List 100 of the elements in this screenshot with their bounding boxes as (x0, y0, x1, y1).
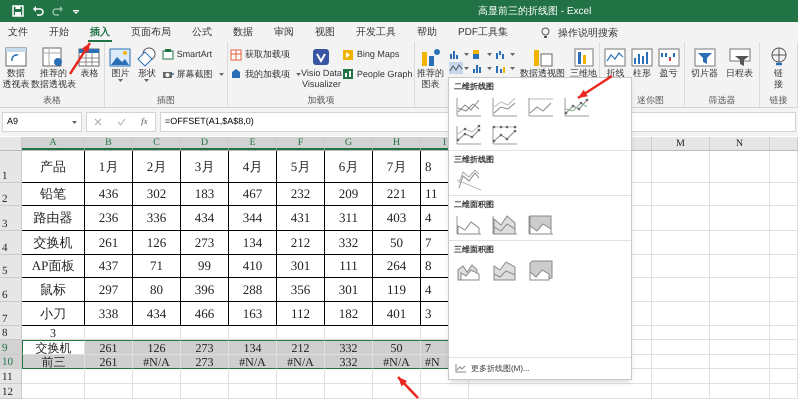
insert-function-button[interactable]: fx (141, 115, 148, 129)
ribbon-button[interactable]: 日程表 (726, 46, 753, 79)
search-field-label[interactable]: 操作说明搜索 (558, 26, 618, 40)
ribbon-tab[interactable]: 开始 (47, 24, 71, 42)
ribbon-button[interactable]: SmartArt (162, 48, 224, 62)
column-header[interactable]: B (85, 137, 133, 150)
column-header[interactable]: H (373, 137, 421, 150)
ribbon-tab[interactable]: 帮助 (415, 24, 439, 42)
row-header[interactable]: 6 (0, 278, 22, 302)
ribbon-tab[interactable]: PDF工具集 (456, 24, 510, 42)
ribbon-button[interactable]: Bing Maps (342, 48, 412, 62)
ribbon-button[interactable]: 折线 (603, 46, 628, 79)
ribbon-button[interactable]: 推荐的 图表 (417, 46, 444, 90)
ribbon-button[interactable]: 切片器 (691, 46, 718, 79)
bar-chart-icon[interactable] (472, 62, 492, 74)
column-header[interactable]: C (133, 137, 181, 150)
row-header[interactable]: 11 (0, 369, 22, 384)
column-header[interactable]: G (325, 137, 373, 150)
chart-type-thumbnail[interactable] (455, 95, 483, 119)
ribbon-button[interactable]: 我的加载项 (230, 68, 301, 81)
ribbon-button[interactable]: Visio Data Visualizer (301, 46, 342, 90)
ribbon-button[interactable]: 推荐的 数据透视表 (30, 46, 76, 90)
table-cell: 5月 (277, 151, 325, 183)
ribbon-tab[interactable]: 页面布局 (129, 24, 173, 42)
undo-icon (32, 5, 44, 17)
waterfall-chart-icon[interactable] (495, 48, 515, 60)
table-cell: 436 (85, 183, 133, 206)
row-header[interactable]: 8 (0, 326, 22, 340)
chart-type-thumbnail[interactable] (455, 168, 483, 192)
column-header[interactable]: D (181, 137, 229, 150)
ribbon-button[interactable]: 表格 (77, 46, 102, 79)
ribbon-button[interactable]: 形状 (134, 46, 159, 82)
row-header[interactable]: 12 (0, 384, 22, 399)
row-header[interactable]: 9 (0, 340, 22, 355)
chart-type-thumbnail[interactable] (455, 123, 483, 147)
table-cell: 铅笔 (22, 183, 85, 206)
row-header[interactable]: 10 (0, 355, 22, 369)
row-header[interactable]: 2 (0, 183, 22, 206)
table-cell: 212 (277, 340, 325, 355)
ribbon-button[interactable]: 数据透视图 (520, 46, 565, 79)
chart-type-thumbnail[interactable] (527, 258, 555, 282)
table-cell: 134 (229, 340, 277, 355)
row-header[interactable]: 4 (0, 231, 22, 255)
ribbon-tab[interactable]: 审阅 (272, 24, 296, 42)
table-cell: 产品 (22, 151, 85, 183)
table-cell: 273 (181, 355, 229, 369)
group-label: 筛选器 (708, 94, 736, 106)
chart-type-thumbnail[interactable] (491, 123, 519, 147)
chart-type-thumbnail[interactable] (563, 95, 591, 119)
chart-type-thumbnail[interactable] (455, 213, 483, 237)
picture-icon (108, 46, 132, 68)
group-label: 加载项 (308, 94, 334, 106)
lightbulb-icon (541, 27, 550, 39)
column-header[interactable]: A (22, 137, 85, 150)
column-chart-icon[interactable] (449, 48, 469, 60)
name-box[interactable]: A9 (2, 112, 82, 132)
table-cell: 301 (325, 278, 373, 302)
chart-type-thumbnail[interactable] (527, 95, 555, 119)
group-label: 表格 (43, 94, 61, 106)
row-header[interactable]: 1 (0, 151, 22, 183)
ribbon-tab[interactable]: 数据 (231, 24, 255, 42)
ribbon-button[interactable]: 盈亏 (656, 46, 681, 79)
column-header[interactable]: M (652, 137, 710, 150)
column-header[interactable]: E (229, 137, 277, 150)
row-header[interactable]: 5 (0, 255, 22, 278)
table-cell: 1月 (85, 151, 133, 183)
table-cell: 301 (277, 255, 325, 278)
ribbon-button[interactable]: 屏幕截图 (162, 68, 224, 81)
ribbon-button[interactable]: 获取加载项 (230, 48, 301, 62)
table-cell: 431 (277, 206, 325, 231)
more-line-charts-item[interactable]: 更多折线图(M)... (449, 357, 631, 379)
group-label: 插图 (157, 94, 175, 106)
table-cell: 112 (277, 302, 325, 326)
chart-type-thumbnail[interactable] (527, 213, 555, 237)
ribbon-button[interactable]: 柱形 (630, 46, 654, 79)
ribbon-button[interactable]: People Graph (342, 68, 412, 81)
table-cell: 2月 (133, 151, 181, 183)
ribbon-button[interactable]: 数据 透视表 (2, 46, 30, 90)
line-chart-icon[interactable] (449, 62, 469, 74)
table-cell: 396 (181, 278, 229, 302)
column-sparkline-icon (630, 46, 654, 68)
chart-type-thumbnail[interactable] (491, 95, 519, 119)
table-cell: 7月 (373, 151, 421, 183)
ribbon-button[interactable]: 链 接 (766, 46, 790, 90)
hierarchy-chart-icon[interactable] (472, 48, 492, 60)
table-cell: 403 (373, 206, 421, 231)
ribbon-tab[interactable]: 公式 (190, 24, 214, 42)
ribbon-button[interactable]: 图片 (108, 46, 132, 82)
table-cell: 410 (229, 255, 277, 278)
row-header[interactable]: 3 (0, 206, 22, 231)
ribbon-tab[interactable]: 视图 (313, 24, 337, 42)
row-header[interactable]: 7 (0, 302, 22, 326)
ribbon-tab[interactable]: 开发工具 (354, 24, 398, 42)
column-header[interactable]: N (710, 137, 770, 150)
people-chart-icon (342, 68, 354, 80)
table-cell: 297 (85, 278, 133, 302)
chart-type-thumbnail[interactable] (491, 213, 519, 237)
column-header[interactable]: F (277, 137, 325, 150)
table-cell: 236 (85, 206, 133, 231)
ribbon-tab[interactable]: 文件 (6, 24, 30, 42)
